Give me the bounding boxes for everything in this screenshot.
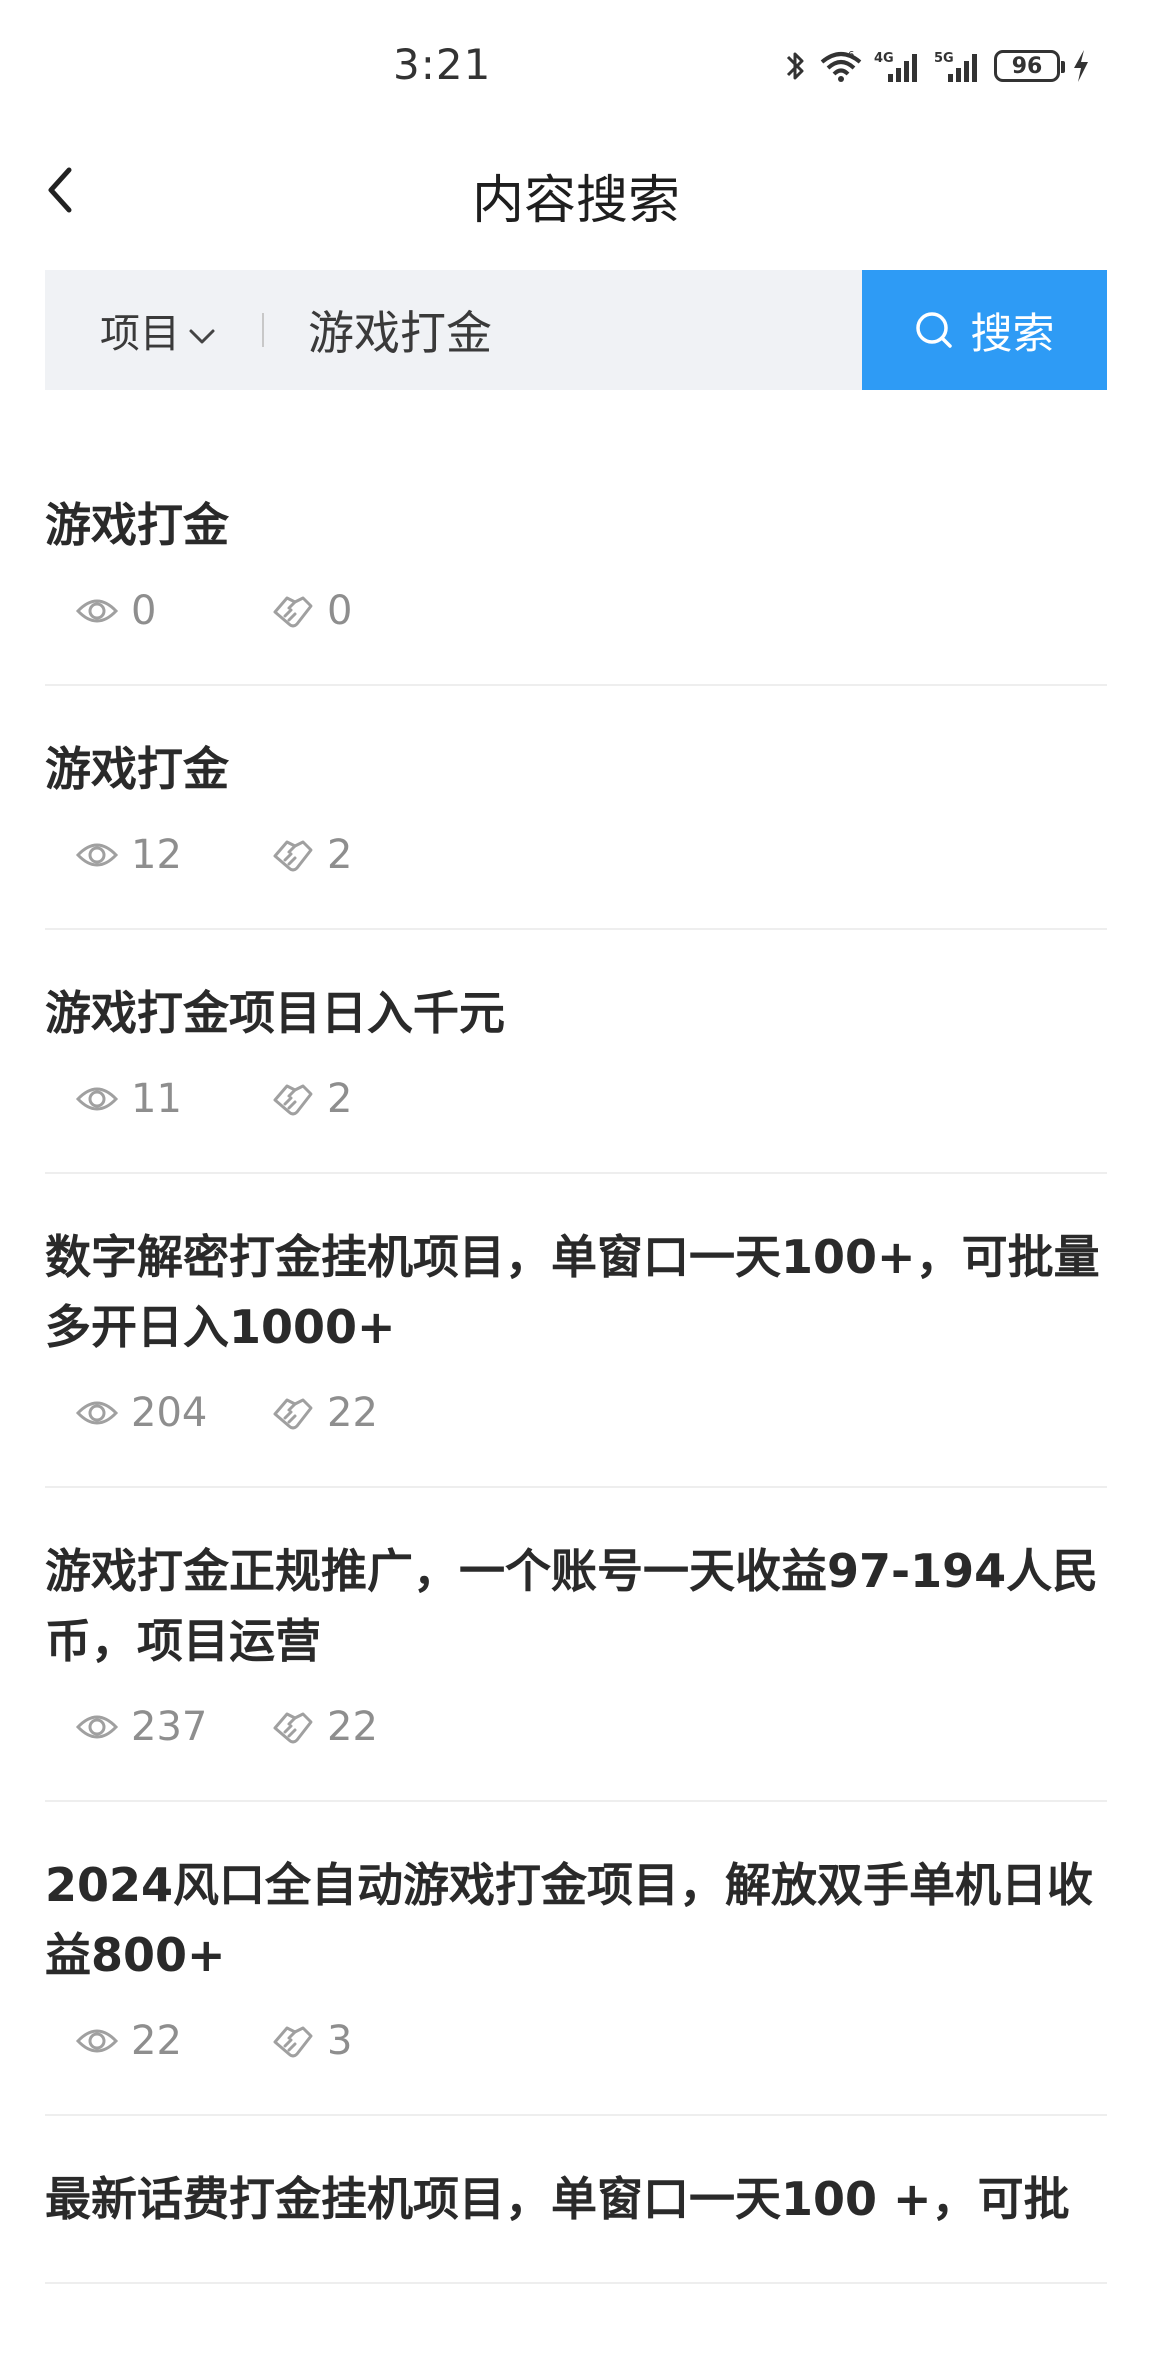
search-icon (914, 310, 954, 350)
signal-4g-icon: 4G (874, 48, 924, 84)
page-title: 内容搜索 (471, 171, 680, 231)
view-count: 237 (75, 1704, 271, 1750)
result-meta: 237 22 (45, 1702, 1107, 1752)
category-dropdown[interactable]: 项目 (45, 270, 216, 390)
result-item[interactable]: 最新话费打金挂机项目，单窗口一天100 +，可批 (45, 2116, 1107, 2284)
eye-icon (75, 1087, 119, 1111)
charging-icon (1070, 48, 1092, 84)
like-count-value: 2 (327, 1076, 353, 1122)
wifi-icon: 6 (818, 48, 864, 84)
like-count: 2 (271, 832, 352, 878)
chevron-down-icon (188, 310, 216, 356)
handshake-icon (273, 1398, 313, 1430)
result-meta: 22 3 (45, 2016, 1107, 2066)
search-field: 项目 (45, 270, 862, 390)
result-title: 游戏打金项目日入千元 (45, 986, 505, 1040)
svg-text:4G: 4G (874, 51, 894, 66)
like-count-value: 22 (327, 1390, 378, 1436)
result-title: 2024风口全自动游戏打金项目，解放双手单机日收益800+ (45, 1858, 1094, 1982)
eye-icon (75, 1401, 119, 1425)
handshake-icon (273, 2026, 313, 2058)
like-count-value: 22 (327, 1704, 378, 1750)
results-list: 游戏打金 0 0 游戏打金 12 2 游戏打金项目日入千元 11 2 数字解密打… (45, 440, 1107, 2284)
view-count-value: 204 (131, 1390, 208, 1436)
like-count: 22 (271, 1704, 378, 1750)
result-title: 游戏打金 (45, 742, 229, 796)
result-title: 游戏打金正规推广，一个账号一天收益97-194人民币，项目运营 (45, 1544, 1099, 1668)
like-count-value: 0 (327, 588, 353, 634)
result-item[interactable]: 游戏打金项目日入千元 11 2 (45, 930, 1107, 1174)
category-label: 项目 (100, 311, 180, 357)
handshake-icon (273, 1712, 313, 1744)
result-meta: 12 2 (45, 830, 1107, 880)
result-item[interactable]: 游戏打金 0 0 (45, 440, 1107, 686)
result-item[interactable]: 2024风口全自动游戏打金项目，解放双手单机日收益800+ 22 3 (45, 1802, 1107, 2116)
eye-icon (75, 843, 119, 867)
result-meta: 204 22 (45, 1388, 1107, 1438)
result-meta: 11 2 (45, 1074, 1107, 1124)
handshake-icon (273, 840, 313, 872)
svg-text:6: 6 (848, 50, 854, 61)
view-count: 22 (75, 2018, 271, 2064)
like-count-value: 2 (327, 832, 353, 878)
result-title: 最新话费打金挂机项目，单窗口一天100 +，可批 (45, 2172, 1070, 2226)
battery-indicator: 96 (994, 50, 1065, 82)
eye-icon (75, 599, 119, 623)
search-button[interactable]: 搜索 (862, 270, 1107, 390)
eye-icon (75, 2029, 119, 2053)
view-count-value: 237 (131, 1704, 208, 1750)
handshake-icon (273, 596, 313, 628)
like-count-value: 3 (327, 2018, 353, 2064)
handshake-icon (273, 1084, 313, 1116)
view-count-value: 12 (131, 832, 182, 878)
result-item[interactable]: 游戏打金正规推广，一个账号一天收益97-194人民币，项目运营 237 22 (45, 1488, 1107, 1802)
search-bar: 项目 搜索 (45, 270, 1107, 390)
view-count-value: 0 (131, 588, 157, 634)
search-divider (262, 313, 264, 347)
like-count: 22 (271, 1390, 378, 1436)
view-count: 204 (75, 1390, 271, 1436)
result-title: 游戏打金 (45, 498, 229, 552)
result-item[interactable]: 游戏打金 12 2 (45, 686, 1107, 930)
view-count-value: 11 (131, 1076, 182, 1122)
like-count: 2 (271, 1076, 352, 1122)
search-button-label: 搜索 (970, 308, 1055, 358)
result-item[interactable]: 数字解密打金挂机项目，单窗口一天100+，可批量多开日入1000+ 204 22 (45, 1174, 1107, 1488)
result-title: 数字解密打金挂机项目，单窗口一天100+，可批量多开日入1000+ (45, 1230, 1100, 1354)
view-count-value: 22 (131, 2018, 182, 2064)
bluetooth-icon (784, 48, 808, 84)
result-meta: 0 0 (45, 586, 1107, 636)
status-bar: 3:21 6 4G 5G 96 (0, 0, 1152, 132)
search-input[interactable] (308, 270, 788, 390)
view-count: 12 (75, 832, 271, 878)
status-time: 3:21 (393, 40, 492, 89)
eye-icon (75, 1715, 119, 1739)
view-count: 0 (75, 588, 271, 634)
header: 内容搜索 (0, 132, 1152, 252)
view-count: 11 (75, 1076, 271, 1122)
like-count: 0 (271, 588, 352, 634)
like-count: 3 (271, 2018, 352, 2064)
svg-text:5G: 5G (934, 51, 954, 66)
signal-5g-icon: 5G (934, 48, 984, 84)
status-icons: 6 4G 5G 96 (784, 44, 1092, 88)
